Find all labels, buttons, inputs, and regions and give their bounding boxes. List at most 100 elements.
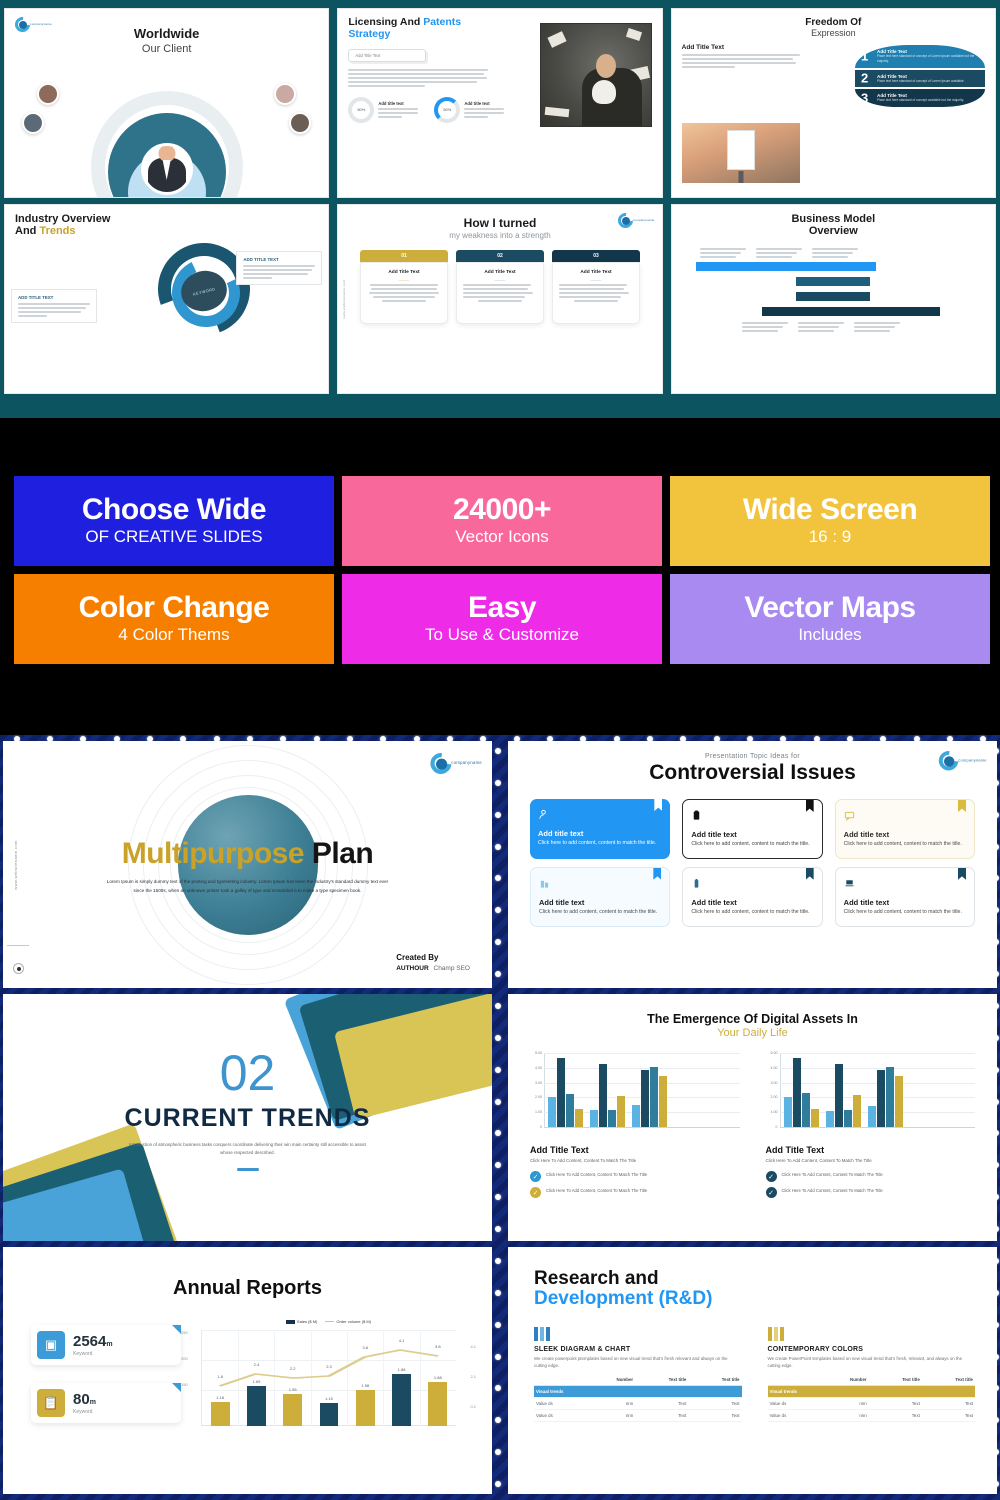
feature-vector-icons[interactable]: 24000+ Vector Icons [342,476,662,566]
cell: Text [635,1397,689,1410]
issue-card[interactable]: Add title text Click here to add content… [530,866,671,927]
column-body: We create powerpoint ptemplates based on… [534,1355,728,1368]
center-avatar [140,143,193,195]
funnel-bar [796,291,871,301]
issue-card[interactable]: Add title text Click here to add content… [682,866,823,927]
slide-controversial-issues[interactable]: companyname Presentation Topic Ideas for… [508,741,997,988]
photo-woman-with-papers [539,23,652,127]
slide-freedom-of-expression[interactable]: Freedom Of Expression Add Title Text 1 A… [670,8,996,198]
teal-slide-section: companyname Worldwide Our Client Licensi… [0,0,1000,418]
folder-card[interactable]: 02 Add Title Text ______ [455,250,544,325]
card-title: Add title text [843,897,890,907]
kpi-card[interactable]: 📋 80m Keyword [31,1383,181,1423]
research-column-left: SLEEK DIAGRAM & CHART We create powerpoi… [534,1326,742,1422]
bar-chart: 5.00 4.00 3.00 2.00 1.00 0 [771,1051,975,1139]
slide-digital-assets[interactable]: The Emergence Of Digital Assets In Your … [508,994,997,1241]
brand-logo-icon: companyname [426,748,482,779]
folder-card[interactable]: 01 Add Title Text ______ [359,250,448,325]
tag-label: Add Title Text [355,52,381,58]
cell: Text [688,1397,742,1410]
slide-annual-reports[interactable]: Annual Reports ▣ 2564m Keyword 📋 80m Key… [3,1247,492,1494]
card-title: ADD TITLE TEXT [18,295,54,300]
battery-icon [691,876,813,894]
card-title: Add title text [691,830,737,839]
table-row: Value ds nnn Text Text [534,1397,742,1410]
issue-card[interactable]: Add title text Click here to add content… [834,866,975,927]
step-number: 3 [861,90,869,106]
slide-title-part2: Patents [423,16,462,28]
line-label: 2.2 [289,1366,296,1371]
top-slide-grid: companyname Worldwide Our Client Licensi… [0,0,1000,418]
folder-card[interactable]: 03 Add Title Text ______ [551,250,640,325]
navy-slide-board: companyname Multipurpose Plan Lorem Ipsu… [0,735,1000,1500]
clipboard-icon: 📋 [37,1389,65,1417]
feature-color-change[interactable]: Color Change 4 Color Thems [14,574,334,664]
cell: nnn [584,1397,636,1410]
y-tick-right: 4.1 [470,1344,476,1349]
feature-choose-wide[interactable]: Choose Wide OF CREATIVE SLIDES [14,476,334,566]
card-title: Add title text [691,897,737,907]
bar-accent-icon [534,1326,742,1341]
check-icon: ✓ [765,1171,777,1182]
line-label: 1.8 [217,1374,223,1379]
donut-chart: 50% [348,96,375,123]
info-card-right[interactable]: ADD TITLE TEXT [236,251,323,285]
slide-licensing-and-patents[interactable]: Licensing And Patents Strategy Add Title… [337,8,663,198]
title-part-b2: Plan [311,837,374,870]
step-number: 1 [861,48,869,64]
step-item[interactable]: 3 Add Title Text Place text here standar… [855,89,985,108]
line-label: 2.3 [326,1364,332,1369]
feature-title: 24000+ [453,493,551,526]
kpi-unit: m [106,1340,113,1348]
line-label: 3.6 [362,1345,369,1350]
data-table: Number Text title Text title Visual tren… [767,1373,975,1422]
column-heading: CONTEMPORARY COLORS [767,1345,864,1353]
slide-multipurpose-plan[interactable]: companyname Multipurpose Plan Lorem Ipsu… [3,741,492,988]
cell: nnn [584,1409,636,1422]
laptop-icon [844,876,966,894]
feature-wide-screen[interactable]: Wide Screen 16 : 9 [670,476,990,566]
folder-number: 02 [497,253,503,260]
feature-title: Wide Screen [742,493,918,526]
chart-panel-left: 5.00 4.00 3.00 2.00 1.00 0 Add Title Tex… [530,1051,740,1198]
issue-card[interactable]: Add title text Click here to add content… [834,799,975,859]
corner-accent [172,1325,181,1334]
step-item[interactable]: 2 Add Title Text Place text here standar… [855,69,985,88]
bar-chart: 5.00 4.00 3.00 2.00 1.00 0 [535,1051,740,1139]
author-role: Champ SEO [433,965,471,972]
th-number: Number [584,1373,636,1386]
research-column-right: CONTEMPORARY COLORS We create PowerPoint… [767,1326,976,1422]
info-card-left[interactable]: ADD TITLE TEXT [11,289,97,323]
brand-logo-icon: companyname [11,13,52,36]
folder-title: Add Title Text [484,270,516,276]
slide-research-and-development[interactable]: Research and Development (R&D) SLEEK DIA… [508,1247,997,1494]
kpi-card[interactable]: ▣ 2564m Keyword [31,1325,181,1365]
feature-subtitle: To Use & Customize [425,625,579,644]
feature-easy[interactable]: Easy To Use & Customize [342,574,662,664]
bullet-text: Click Here To Add Content, Content To Ma… [781,1188,883,1193]
card-desc: Click here to add content, content to ma… [691,841,810,847]
bar-accent-icon [767,1326,976,1341]
slide-worldwide-our-client[interactable]: companyname Worldwide Our Client [4,8,330,198]
panel-heading: Add Title Text [530,1145,589,1155]
issue-card[interactable]: Add title text Click here to add content… [682,799,823,859]
feature-title: Vector Maps [744,591,916,624]
issue-card[interactable]: Add title text Click here to add content… [530,799,671,859]
slide-business-model-overview[interactable]: Business Model Overview [670,204,996,394]
folder-number: 01 [401,253,407,260]
slide-current-trends[interactable]: 02 CURRENT TRENDS Introduction of atmosp… [3,994,492,1241]
chart-panel-right: 5.00 4.00 3.00 2.00 1.00 0 Add Title Tex… [765,1051,976,1198]
step-item[interactable]: 1 Add Title Text Place text here standar… [855,45,985,68]
bullet-row: ✓ Click Here To Add Content, Content To … [765,1171,976,1182]
report-icon: ▣ [37,1331,65,1359]
slide-how-i-turned[interactable]: companyname How I turned my weakness int… [337,204,663,394]
legend-item: Order volume ($ M) [325,1319,371,1324]
slide-subtitle: Expression [811,28,856,39]
title-part-b [304,837,312,870]
side-url: www.websitename.com [342,279,347,319]
feature-subtitle: Includes [798,625,862,644]
slide-industry-overview-and-trends[interactable]: Industry Overview And Trends KEYWORD ADD… [4,204,330,394]
feature-subtitle: Vector Icons [455,527,549,546]
feature-vector-maps[interactable]: Vector Maps Includes [670,574,990,664]
chart-title-line2: Your Daily Life [717,1027,788,1039]
